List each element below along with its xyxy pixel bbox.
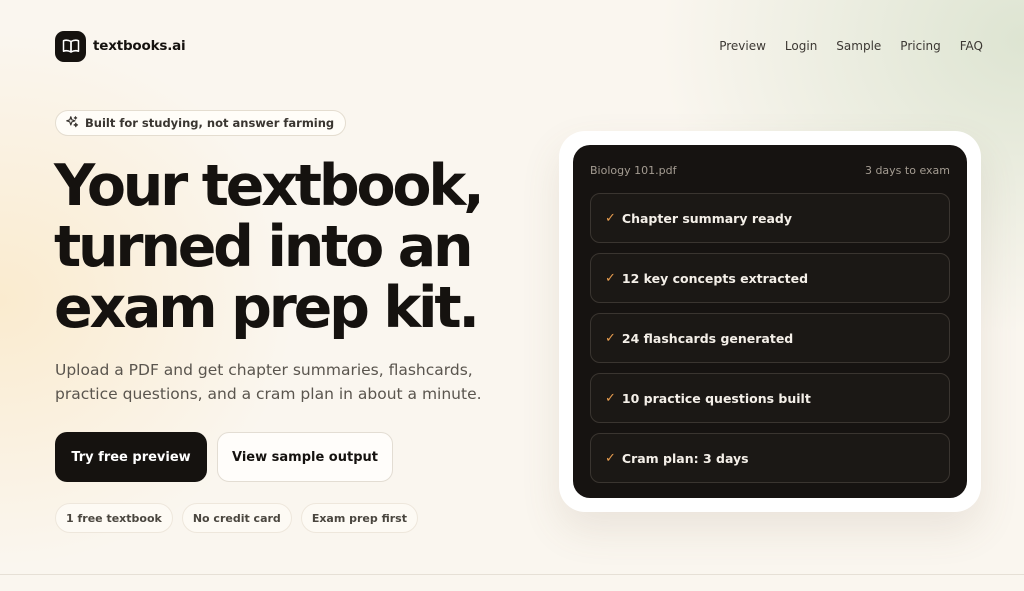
check-icon: ✓ [605,330,616,346]
headline-line: turned into an [54,214,474,280]
feature-pill: 1 free textbook [55,503,173,533]
nav-links: Preview Login Sample Pricing FAQ [719,39,983,53]
headline-line: Your textbook, [54,153,485,219]
nav-link-pricing[interactable]: Pricing [900,39,940,53]
checklist-item: ✓ Chapter summary ready [590,193,950,243]
sparkles-icon [65,114,79,133]
preview-card-header: Biology 101.pdf 3 days to exam [590,164,950,177]
nav-link-preview[interactable]: Preview [719,39,766,53]
badge-text: Built for studying, not answer farming [85,116,335,130]
feature-pill: No credit card [181,503,292,533]
open-book-icon [55,30,86,62]
check-icon: ✓ [605,450,616,466]
preview-checklist: ✓ Chapter summary ready ✓ 12 key concept… [590,193,950,493]
brand-name: textbooks.ai [93,38,186,54]
view-sample-output-button[interactable]: View sample output [217,432,393,482]
headline-line: exam prep kit. [54,275,480,341]
tagline-badge: Built for studying, not answer farming [55,110,347,136]
checklist-item-label: 10 practice questions built [621,390,811,406]
checklist-item-label: 12 key concepts extracted [621,270,809,286]
checklist-item-label: Chapter summary ready [621,210,792,226]
checklist-item-label: Cram plan: 3 days [621,450,749,466]
check-icon: ✓ [605,390,616,406]
section-divider [0,574,1024,575]
feature-pill: Exam prep first [300,503,418,533]
nav-link-faq[interactable]: FAQ [960,39,983,53]
preview-card-frame: Biology 101.pdf 3 days to exam ✓ Chapter… [559,131,981,512]
preview-card: Biology 101.pdf 3 days to exam ✓ Chapter… [573,145,967,498]
exam-countdown: 3 days to exam [864,164,950,177]
nav-link-sample[interactable]: Sample [836,39,881,53]
top-nav: textbooks.ai Preview Login Sample Pricin… [55,29,983,63]
file-name: Biology 101.pdf [590,164,677,177]
nav-link-login[interactable]: Login [785,39,817,53]
check-icon: ✓ [605,210,616,226]
hero-headline: Your textbook, turned into an exam prep … [54,156,534,339]
brand-link[interactable]: textbooks.ai [55,30,186,62]
checklist-item: ✓ 10 practice questions built [590,373,950,423]
checklist-item-label: 24 flashcards generated [621,330,794,346]
check-icon: ✓ [605,270,616,286]
try-free-preview-button[interactable]: Try free preview [55,432,207,482]
checklist-item: ✓ Cram plan: 3 days [590,433,950,483]
checklist-item: ✓ 12 key concepts extracted [590,253,950,303]
feature-pills: 1 free textbook No credit card Exam prep… [55,503,418,533]
hero-subtext: Upload a PDF and get chapter summaries, … [55,361,482,403]
checklist-item: ✓ 24 flashcards generated [590,313,950,363]
